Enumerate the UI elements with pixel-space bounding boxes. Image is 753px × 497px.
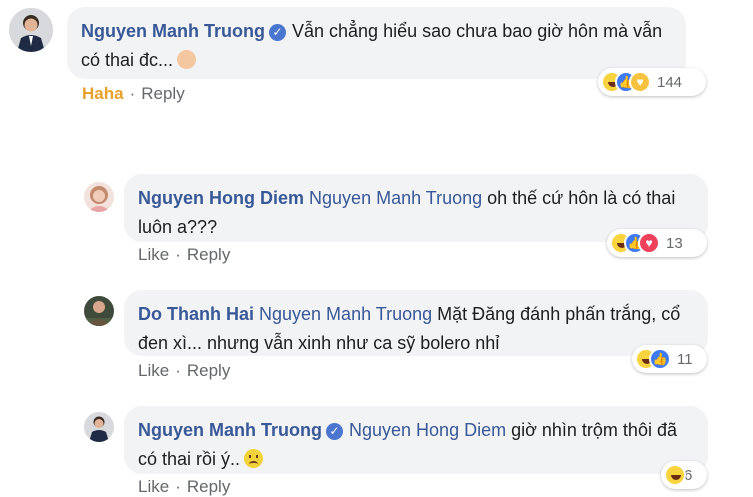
- avatar[interactable]: [9, 8, 53, 52]
- reply-link[interactable]: Reply: [141, 84, 184, 103]
- mention-link[interactable]: Nguyen Manh Truong: [309, 188, 482, 208]
- reaction-summary[interactable]: 👍 11: [632, 345, 707, 373]
- reaction-count: 13: [666, 234, 683, 252]
- reaction-count: 11: [677, 350, 693, 368]
- separator-dot: ·: [175, 361, 181, 380]
- like-link[interactable]: Like: [138, 361, 169, 380]
- comment-actions: Like · Reply: [138, 477, 230, 497]
- love-reaction-icon: ♥: [638, 232, 660, 254]
- avatar[interactable]: [84, 182, 114, 212]
- profile-photo-icon: [84, 296, 114, 326]
- comment-bubble: Nguyen Manh Truong ✓ Vẫn chẳng hiểu sao ch…: [67, 7, 686, 79]
- avatar[interactable]: [84, 412, 114, 442]
- reaction-count: 144: [657, 73, 683, 91]
- profile-photo-icon: [84, 412, 114, 442]
- comment-author[interactable]: Nguyen Hong Diem: [138, 188, 304, 208]
- mention-link[interactable]: Nguyen Manh Truong: [259, 304, 432, 324]
- mention-link[interactable]: Nguyen Hong Diem: [349, 420, 506, 440]
- profile-photo-icon: [84, 182, 114, 212]
- reply-link[interactable]: Reply: [187, 477, 230, 496]
- profile-photo-icon: [9, 8, 53, 52]
- comment-actions: Like · Reply: [138, 361, 230, 381]
- reaction-summary[interactable]: 6: [661, 461, 707, 489]
- separator-dot: ·: [129, 84, 136, 103]
- comment-author[interactable]: Do Thanh Hai: [138, 304, 254, 324]
- shrug-emoji-icon: [177, 50, 197, 69]
- comment-actions: Like · Reply: [138, 245, 230, 265]
- like-reaction-icon: 👍: [649, 348, 671, 370]
- reaction-summary[interactable]: 👍 ♥ 13: [607, 229, 707, 257]
- reply-link[interactable]: Reply: [187, 245, 230, 264]
- verified-badge-icon: ✓: [326, 423, 343, 440]
- separator-dot: ·: [175, 477, 181, 496]
- comment-actions: Haha · Reply: [82, 84, 185, 104]
- reaction-summary[interactable]: 👍 ♥ 144: [598, 68, 706, 96]
- care-reaction-icon: ♥: [629, 71, 651, 93]
- comment-bubble: Nguyen Manh Truong ✓ Nguyen Hong Diem giờ n…: [124, 406, 708, 474]
- separator-dot: ·: [175, 245, 181, 264]
- comment-bubble: Do Thanh Hai Nguyen Manh Truong Mặt Đăng …: [124, 290, 708, 356]
- haha-reaction-link[interactable]: Haha: [82, 84, 124, 103]
- verified-badge-icon: ✓: [269, 24, 286, 41]
- sad-emoji-icon: [244, 449, 264, 468]
- comment-author[interactable]: Nguyen Manh Truong: [138, 420, 322, 440]
- haha-reaction-icon: [664, 464, 686, 486]
- comment-author[interactable]: Nguyen Manh Truong: [81, 21, 265, 41]
- reply-link[interactable]: Reply: [187, 361, 230, 380]
- like-link[interactable]: Like: [138, 477, 169, 496]
- like-link[interactable]: Like: [138, 245, 169, 264]
- avatar[interactable]: [84, 296, 114, 326]
